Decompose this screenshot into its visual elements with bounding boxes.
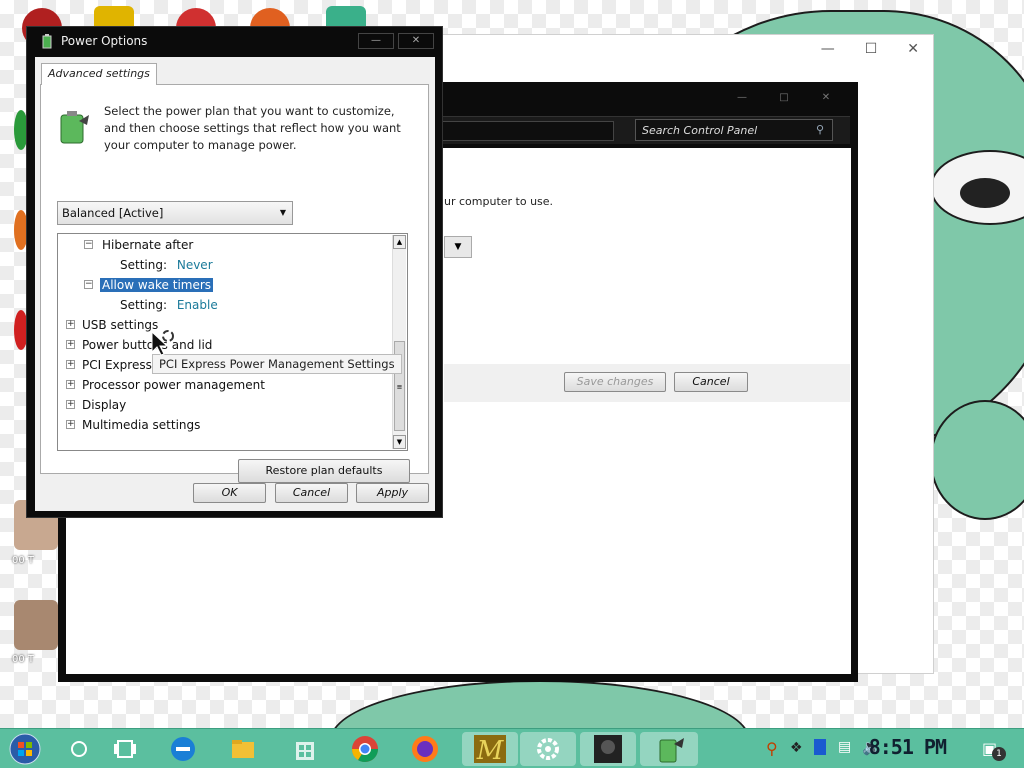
minimize-button[interactable]: — bbox=[821, 41, 835, 57]
tree-row-processor[interactable]: + Processor power management bbox=[66, 376, 265, 394]
power-options-dialog: Power Options — ✕ Advanced settings Sele… bbox=[26, 26, 443, 518]
tree-label: Processor power management bbox=[82, 378, 265, 392]
cp-minimize-button[interactable]: — bbox=[726, 92, 758, 106]
tree-row-power-buttons[interactable]: + Power buttons and lid bbox=[66, 336, 212, 354]
setting-label: Setting: bbox=[120, 258, 168, 272]
collapse-icon[interactable]: − bbox=[84, 240, 93, 249]
maximize-button[interactable]: ☐ bbox=[865, 41, 878, 57]
ok-button[interactable]: OK bbox=[193, 483, 266, 503]
desktop-icon-label: 00 T bbox=[12, 654, 35, 665]
chrome-browser-icon[interactable] bbox=[348, 732, 382, 766]
search-icon[interactable]: ⚲ bbox=[816, 123, 824, 136]
tree-label: USB settings bbox=[82, 318, 159, 332]
task-view-icon[interactable] bbox=[108, 732, 142, 766]
expand-icon[interactable]: + bbox=[66, 320, 75, 329]
expand-icon[interactable]: + bbox=[66, 340, 75, 349]
tree-label: Power buttons and lid bbox=[82, 338, 213, 352]
edge-browser-icon[interactable] bbox=[166, 732, 200, 766]
dialog-title: Power Options bbox=[61, 34, 148, 48]
tree-row-setting[interactable]: Setting: Enable bbox=[120, 296, 218, 314]
svg-text:M: M bbox=[476, 736, 505, 766]
cancel-button[interactable]: Cancel bbox=[674, 372, 748, 392]
close-button[interactable]: ✕ bbox=[907, 41, 919, 57]
tree-row-usb-settings[interactable]: + USB settings bbox=[66, 316, 158, 334]
network-icon[interactable]: ▤ bbox=[838, 739, 851, 755]
taskbar: M ⚲ ❖ ▤ 🔈 8:51 PM ▣ 1 bbox=[0, 728, 1024, 768]
intro-text: Select the power plan that you want to c… bbox=[104, 104, 401, 152]
firefox-browser-icon[interactable] bbox=[408, 732, 442, 766]
expand-icon[interactable]: + bbox=[66, 380, 75, 389]
tree-row-display[interactable]: + Display bbox=[66, 396, 126, 414]
tree-row-multimedia[interactable]: + Multimedia settings bbox=[66, 416, 200, 434]
search-tray-icon[interactable]: ⚲ bbox=[766, 739, 778, 758]
setting-value[interactable]: Enable bbox=[177, 298, 218, 312]
cp-close-button[interactable]: ✕ bbox=[810, 92, 842, 106]
tree-label: Hibernate after bbox=[102, 238, 194, 252]
tree-label: PCI Express bbox=[82, 358, 152, 372]
address-input[interactable] bbox=[442, 121, 614, 141]
tree-row-allow-wake-timers[interactable]: − Allow wake timers bbox=[84, 276, 214, 294]
expand-icon[interactable]: + bbox=[66, 400, 75, 409]
tree-label: Display bbox=[82, 398, 127, 412]
power-plan-value: Balanced [Active] bbox=[62, 206, 164, 220]
dark-app-icon[interactable] bbox=[580, 732, 636, 766]
save-changes-button[interactable]: Save changes bbox=[564, 372, 666, 392]
tree-row-setting[interactable]: Setting: Never bbox=[120, 256, 213, 274]
plan-description: ur computer to use. bbox=[444, 195, 554, 208]
tree-label-selected: Allow wake timers bbox=[100, 278, 214, 292]
setting-label: Setting: bbox=[120, 298, 168, 312]
battery-plug-icon bbox=[42, 34, 52, 49]
restore-plan-defaults-button[interactable]: Restore plan defaults bbox=[238, 459, 410, 483]
button-bar: Save changes Cancel bbox=[444, 364, 850, 402]
cp-maximize-button[interactable]: □ bbox=[768, 92, 800, 106]
battery-icon bbox=[60, 111, 89, 144]
power-options-app-icon[interactable] bbox=[640, 732, 698, 766]
notification-count: 1 bbox=[992, 747, 1006, 761]
plan-dropdown-arrow[interactable]: ▼ bbox=[444, 236, 472, 258]
tree-label: Multimedia settings bbox=[82, 418, 201, 432]
search-placeholder: Search Control Panel bbox=[642, 124, 758, 137]
search-input[interactable]: Search Control Panel ⚲ bbox=[635, 119, 833, 141]
scroll-up-button[interactable]: ▲ bbox=[393, 235, 406, 249]
power-plan-dropdown[interactable]: Balanced [Active] ▼ bbox=[57, 201, 293, 225]
blue-tray-icon[interactable] bbox=[814, 739, 826, 755]
cancel-button[interactable]: Cancel bbox=[275, 483, 348, 503]
dialog-body: Advanced settings Select the power plan … bbox=[35, 57, 435, 511]
m-app-icon[interactable]: M bbox=[462, 732, 518, 766]
desktop-icon-label: 00 T bbox=[12, 555, 35, 566]
mouse-cursor-busy-icon bbox=[151, 330, 174, 356]
app-tray-icon[interactable]: ❖ bbox=[790, 740, 803, 756]
tree-scrollbar[interactable]: ▲ ≡ ▼ bbox=[392, 235, 406, 449]
collapse-icon[interactable]: − bbox=[84, 280, 93, 289]
tree-row-hibernate-after[interactable]: − Hibernate after bbox=[84, 236, 194, 254]
scroll-down-button[interactable]: ▼ bbox=[393, 435, 406, 449]
start-button-icon[interactable] bbox=[8, 732, 42, 766]
settings-gear-icon[interactable] bbox=[520, 732, 576, 766]
expand-icon[interactable]: + bbox=[66, 420, 75, 429]
wallpaper-character-ear bbox=[930, 400, 1024, 520]
clock[interactable]: 8:51 PM bbox=[869, 735, 947, 759]
apply-button[interactable]: Apply bbox=[356, 483, 429, 503]
notification-center-icon[interactable]: ▣ 1 bbox=[982, 739, 1006, 761]
tab-advanced-settings[interactable]: Advanced settings bbox=[41, 63, 157, 85]
tab-pane: Select the power plan that you want to c… bbox=[40, 84, 429, 483]
tooltip: PCI Express Power Management Settings bbox=[152, 354, 402, 374]
desktop-icon-portrait2[interactable] bbox=[14, 600, 58, 650]
cortana-icon[interactable] bbox=[62, 732, 96, 766]
dialog-close-button[interactable]: ✕ bbox=[398, 33, 434, 49]
chevron-down-icon: ▼ bbox=[279, 208, 286, 217]
wallpaper-character-pupil bbox=[960, 178, 1010, 208]
settings-tree[interactable]: − Hibernate after Setting: Never − Allow… bbox=[57, 233, 408, 451]
tree-row-pci-express[interactable]: + PCI Express bbox=[66, 356, 152, 374]
expand-icon[interactable]: + bbox=[66, 360, 75, 369]
setting-value[interactable]: Never bbox=[177, 258, 213, 272]
windows-store-icon[interactable] bbox=[288, 732, 322, 766]
file-explorer-icon[interactable] bbox=[226, 732, 260, 766]
dialog-help-button[interactable]: — bbox=[358, 33, 394, 49]
